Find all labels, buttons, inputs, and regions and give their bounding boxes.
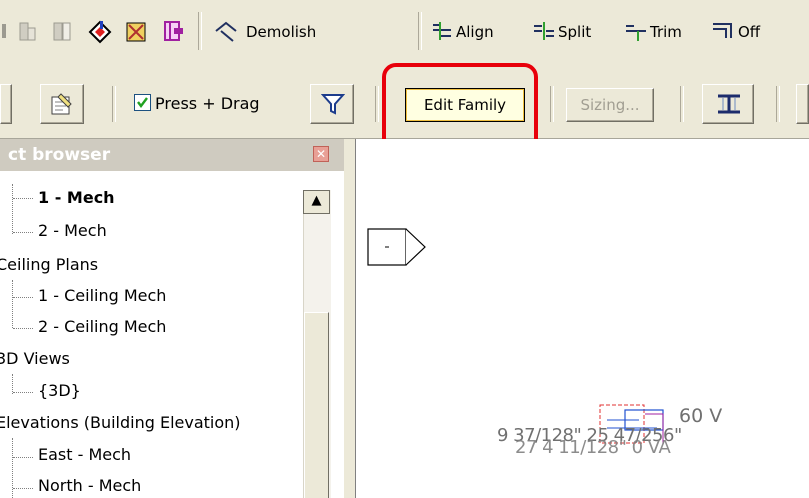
elevation-marker-icon[interactable] [367, 228, 431, 268]
split-icon [532, 20, 556, 46]
wall-join-icon[interactable] [16, 20, 40, 44]
checkmark-icon [137, 97, 148, 108]
tree-item-2-ceiling-mech[interactable]: 2 - Ceiling Mech [38, 317, 166, 336]
tree-guide [12, 184, 13, 234]
align-icon [430, 20, 454, 46]
demolish-icon [212, 19, 240, 47]
tree-item-2-mech[interactable]: 2 - Mech [38, 221, 107, 240]
toolbar-separator [375, 86, 379, 122]
press-drag-label[interactable]: Press + Drag [155, 94, 260, 113]
scroll-up-arrow-icon[interactable]: ▲ [303, 190, 330, 214]
properties-button[interactable] [40, 84, 84, 124]
trim-button[interactable]: Trim [622, 14, 702, 48]
sizing-button[interactable]: Sizing... [566, 88, 654, 122]
properties-icon [49, 91, 75, 121]
split-label: Split [558, 23, 592, 41]
tree-connector [13, 488, 33, 489]
tree-connector [13, 392, 33, 393]
tree-connector [13, 232, 33, 233]
tree-item-north-mech[interactable]: North - Mech [38, 476, 141, 495]
split-face-icon[interactable] [122, 18, 150, 46]
filter-icon [320, 92, 346, 120]
tree-connector [13, 198, 33, 199]
toolbar-separator [550, 86, 554, 122]
equipment-tag-load: 27 4 11/128" 0 VA [515, 437, 671, 458]
toolbar-icon-partial[interactable] [0, 22, 8, 40]
project-browser-title: ct browser [8, 145, 111, 165]
trim-icon [624, 20, 648, 46]
offset-label: Off [738, 23, 761, 41]
tree-connector [13, 457, 33, 458]
cut-geometry-icon[interactable] [160, 18, 188, 46]
wall-unjoin-icon[interactable] [50, 20, 74, 44]
split-button[interactable]: Split [530, 14, 616, 48]
tree-item-3d-views[interactable]: 3D Views [0, 349, 70, 368]
tree-item-1-mech[interactable]: 1 - Mech [38, 188, 115, 207]
i-beam-icon [715, 92, 743, 120]
tree-connector [13, 297, 33, 298]
align-label: Align [456, 23, 494, 41]
tree-item-1-ceiling-mech[interactable]: 1 - Ceiling Mech [38, 286, 166, 305]
tree-guide [12, 374, 13, 394]
demolish-button[interactable]: Demolish [208, 14, 378, 48]
tree-connector [13, 328, 33, 329]
filter-button[interactable] [310, 84, 354, 124]
close-icon[interactable]: ✕ [313, 146, 329, 162]
tree-item-elevations[interactable]: Elevations (Building Elevation) [0, 413, 300, 432]
toolbar-button-partial[interactable] [796, 84, 809, 124]
tree-guide [12, 438, 13, 498]
pane-splitter[interactable] [344, 139, 356, 498]
press-drag-checkbox[interactable] [134, 94, 151, 111]
toolbar-separator [776, 86, 780, 122]
tree-item-east-mech[interactable]: East - Mech [38, 445, 131, 464]
toolbar-separator [198, 12, 202, 50]
offset-button[interactable]: Off [708, 14, 809, 48]
scrollbar-thumb[interactable] [304, 312, 329, 498]
demolish-label: Demolish [246, 23, 317, 41]
toolbar-separator [680, 86, 684, 122]
toolbar-separator [112, 86, 116, 122]
offset-icon [710, 20, 734, 46]
toolbar-separator [418, 12, 422, 50]
toolbar-button-partial[interactable] [0, 84, 12, 124]
tree-item-3d[interactable]: {3D} [38, 381, 81, 400]
paint-icon[interactable] [86, 18, 114, 46]
align-button[interactable]: Align [428, 14, 524, 48]
tree-item-ceiling-plans[interactable]: Ceiling Plans [0, 255, 98, 274]
beam-system-button[interactable] [702, 84, 754, 124]
tree-guide [12, 280, 13, 328]
trim-label: Trim [650, 23, 682, 41]
equipment-tag-voltage: 60 V [679, 405, 723, 427]
